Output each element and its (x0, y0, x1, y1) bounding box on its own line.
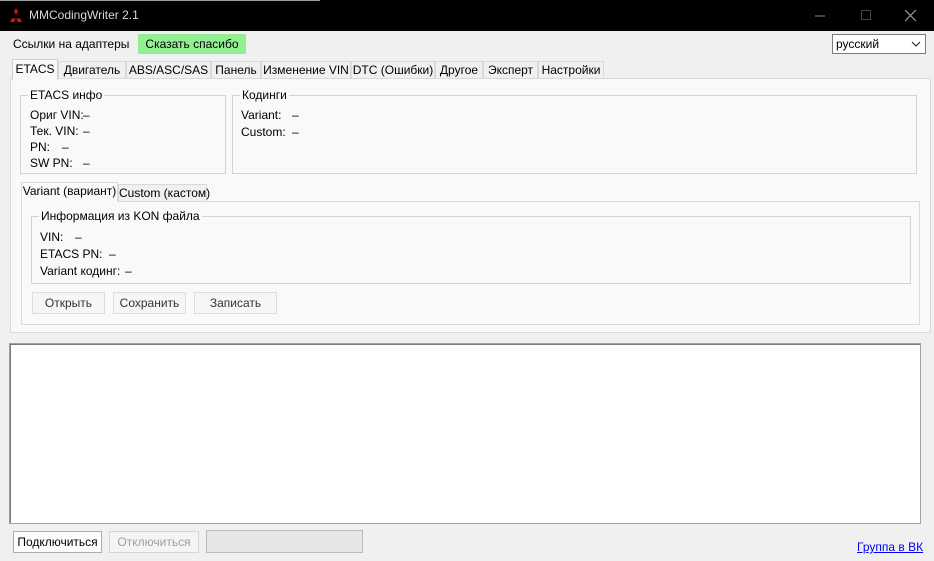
language-select-value: русский (836, 37, 880, 51)
subtab-label: Variant (вариант) (22, 184, 117, 198)
codings-title: Кодинги (240, 88, 289, 102)
menu-say-thanks[interactable]: Сказать спасибо (138, 34, 246, 54)
custom-label: Custom: (241, 125, 286, 139)
pn-row: PN: – (30, 140, 69, 154)
tab-label: Изменение VIN (263, 63, 349, 77)
kon-info-group: Информация из KON файла VIN: – ETACS PN:… (31, 209, 911, 284)
tab-label: Двигатель (63, 63, 121, 77)
tab-etacs[interactable]: ETACS (12, 59, 58, 80)
pn-value: – (62, 140, 69, 154)
codings-group: Кодинги Variant: – Custom: – (232, 88, 917, 174)
cur-vin-label: Тек. VIN: (30, 124, 79, 138)
kon-etacs-pn-value: – (109, 247, 116, 261)
tab-engine[interactable]: Двигатель (58, 61, 126, 79)
chevron-down-icon (911, 41, 921, 47)
tab-label: Эксперт (487, 63, 534, 77)
custom-value: – (292, 125, 299, 139)
vk-group-link[interactable]: Группа в ВК (857, 540, 923, 554)
maximize-icon (860, 10, 871, 20)
minimize-button[interactable] (797, 0, 843, 31)
cur-vin-row: Тек. VIN: – (30, 124, 90, 138)
sw-pn-row: SW PN: – (30, 156, 90, 170)
kon-variant-coding-value: – (125, 264, 132, 278)
subtab-variant[interactable]: Variant (вариант) (21, 182, 118, 202)
cur-vin-value: – (83, 124, 90, 138)
orig-vin-label: Ориг VIN: (30, 108, 84, 122)
etacs-info-group: ETACS инфо Ориг VIN: – Тек. VIN: – PN: –… (20, 88, 226, 174)
tab-settings[interactable]: Настройки (538, 61, 604, 79)
orig-vin-value: – (83, 108, 90, 122)
kon-variant-coding-row: Variant кодинг: – (40, 264, 132, 278)
kon-variant-coding-label: Variant кодинг: (40, 264, 121, 278)
orig-vin-row: Ориг VIN: – (30, 108, 90, 122)
minimize-icon (814, 15, 825, 17)
kon-vin-label: VIN: (40, 230, 64, 244)
etacs-tab-panel: ETACS инфо Ориг VIN: – Тек. VIN: – PN: –… (10, 78, 931, 333)
title-bar-accent-line (0, 0, 320, 1)
menu-adapter-links[interactable]: Ссылки на адаптеры (6, 34, 136, 54)
tab-label: DTC (Ошибки) (352, 63, 434, 77)
variant-row: Variant: – (241, 108, 299, 122)
open-button[interactable]: Открыть (32, 292, 105, 314)
progress-bar (206, 530, 363, 553)
sw-pn-label: SW PN: (30, 156, 73, 170)
window-title: MMCodingWriter 2.1 (29, 8, 139, 22)
sw-pn-value: – (83, 156, 90, 170)
variant-value: – (292, 108, 299, 122)
mitsubishi-logo-icon (10, 8, 22, 22)
save-button[interactable]: Сохранить (113, 292, 186, 314)
tab-abs[interactable]: ABS/ASC/SAS (126, 61, 211, 79)
tab-expert[interactable]: Эксперт (483, 61, 538, 79)
disconnect-button[interactable]: Отключиться (109, 531, 199, 553)
tab-panel[interactable]: Панель (211, 61, 261, 79)
etacs-info-title: ETACS инфо (28, 88, 105, 102)
tab-dtc[interactable]: DTC (Ошибки) (351, 61, 435, 79)
variant-label: Variant: (241, 108, 282, 122)
language-select[interactable]: русский (832, 34, 926, 54)
close-icon (905, 9, 917, 21)
subtab-label: Custom (кастом) (119, 186, 211, 200)
log-output[interactable] (9, 343, 921, 524)
menu-bar: Ссылки на адаптеры Сказать спасибо (0, 31, 934, 55)
tab-label: Панель (215, 63, 257, 77)
title-bar: MMCodingWriter 2.1 (0, 0, 934, 31)
kon-etacs-pn-label: ETACS PN: (40, 247, 103, 261)
connect-button[interactable]: Подключиться (13, 531, 102, 553)
kon-etacs-pn-row: ETACS PN: – (40, 247, 116, 261)
tab-vin-change[interactable]: Изменение VIN (261, 61, 351, 79)
write-button[interactable]: Записать (194, 292, 277, 314)
kon-info-title: Информация из KON файла (39, 209, 202, 223)
subtab-custom[interactable]: Custom (кастом) (118, 184, 211, 202)
tab-label: Другое (439, 63, 479, 77)
custom-row: Custom: – (241, 125, 299, 139)
tab-label: Настройки (541, 63, 601, 77)
pn-label: PN: (30, 140, 51, 154)
kon-vin-value: – (75, 230, 82, 244)
tab-label: ABS/ASC/SAS (128, 63, 209, 77)
kon-vin-row: VIN: – (40, 230, 82, 244)
tab-other[interactable]: Другое (435, 61, 483, 79)
maximize-button[interactable] (843, 0, 889, 31)
variant-subpanel: Информация из KON файла VIN: – ETACS PN:… (21, 201, 920, 325)
tab-label: ETACS (15, 62, 55, 76)
close-button[interactable] (888, 0, 934, 31)
